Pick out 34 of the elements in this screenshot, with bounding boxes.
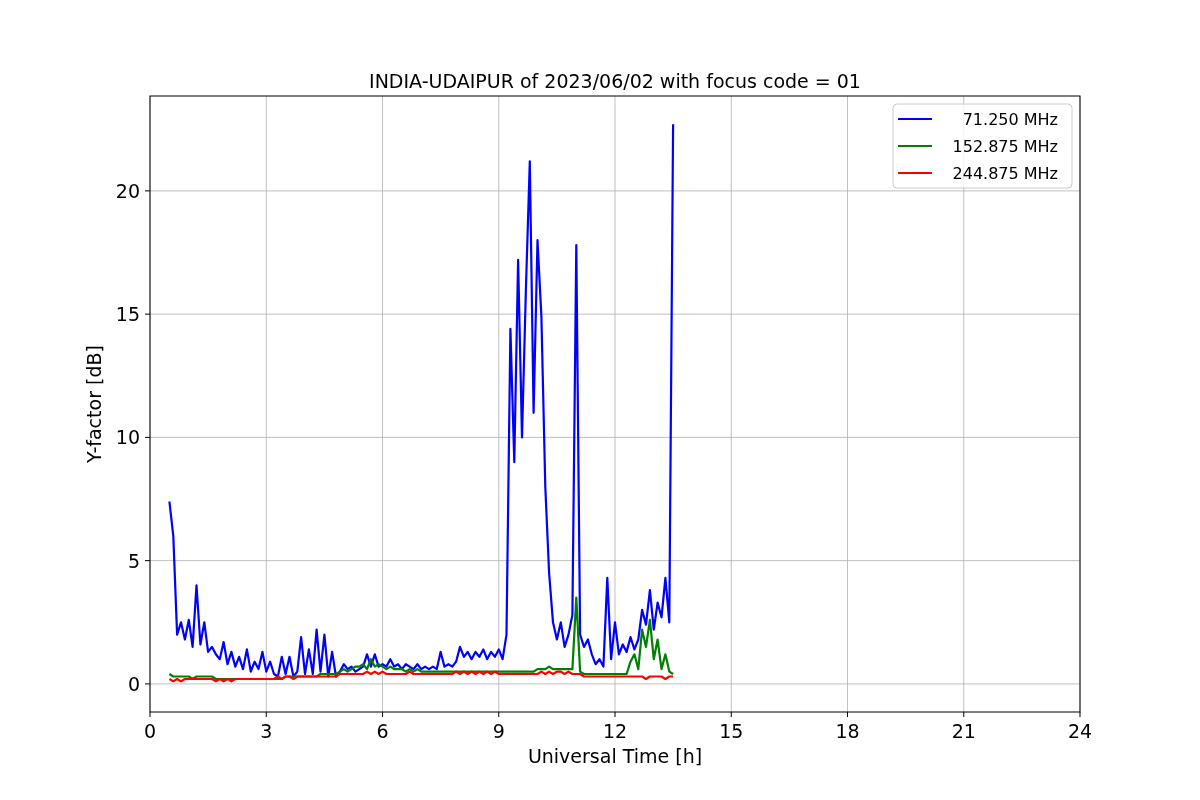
x-tick-label: 3 bbox=[260, 720, 273, 742]
tick-mark bbox=[614, 711, 616, 718]
x-axis-label: Universal Time [h] bbox=[527, 745, 703, 767]
legend-label: 152.875 MHz bbox=[952, 137, 1058, 156]
chart-title: INDIA-UDAIPUR of 2023/06/02 with focus code = 01 bbox=[369, 70, 861, 92]
x-tick-label: 12 bbox=[602, 720, 628, 742]
x-tick-label: 18 bbox=[835, 720, 860, 742]
tick-mark bbox=[730, 711, 732, 718]
tick-mark bbox=[1079, 711, 1081, 718]
tick-mark bbox=[847, 711, 848, 718]
y-tick-label: 20 bbox=[115, 179, 140, 202]
tick-mark bbox=[144, 683, 151, 685]
tick-mark bbox=[963, 711, 965, 718]
tick-mark bbox=[144, 560, 151, 562]
tick-mark bbox=[144, 190, 151, 192]
x-tick-label: 0 bbox=[143, 720, 157, 742]
x-tick-label: 15 bbox=[719, 720, 744, 742]
tick-mark bbox=[149, 711, 151, 718]
x-tick-label: 9 bbox=[492, 720, 505, 742]
tick-mark bbox=[144, 313, 151, 315]
legend-label: 71.250 MHz bbox=[962, 110, 1058, 129]
y-axis-label: Y-factor [dB] bbox=[83, 345, 105, 463]
legend-label: 244.875 MHz bbox=[952, 164, 1058, 183]
tick-mark bbox=[382, 711, 383, 718]
x-tick-label: 6 bbox=[376, 720, 389, 742]
tick-mark bbox=[144, 436, 151, 438]
y-tick-label: 0 bbox=[127, 672, 140, 695]
tick-mark bbox=[265, 711, 267, 718]
y-tick-label: 5 bbox=[127, 549, 140, 572]
y-tick-label: 10 bbox=[115, 426, 140, 449]
x-tick-label: 24 bbox=[1067, 720, 1093, 742]
y-tick-label: 15 bbox=[115, 303, 140, 326]
tick-mark bbox=[498, 711, 500, 718]
x-tick-label: 21 bbox=[951, 720, 976, 742]
